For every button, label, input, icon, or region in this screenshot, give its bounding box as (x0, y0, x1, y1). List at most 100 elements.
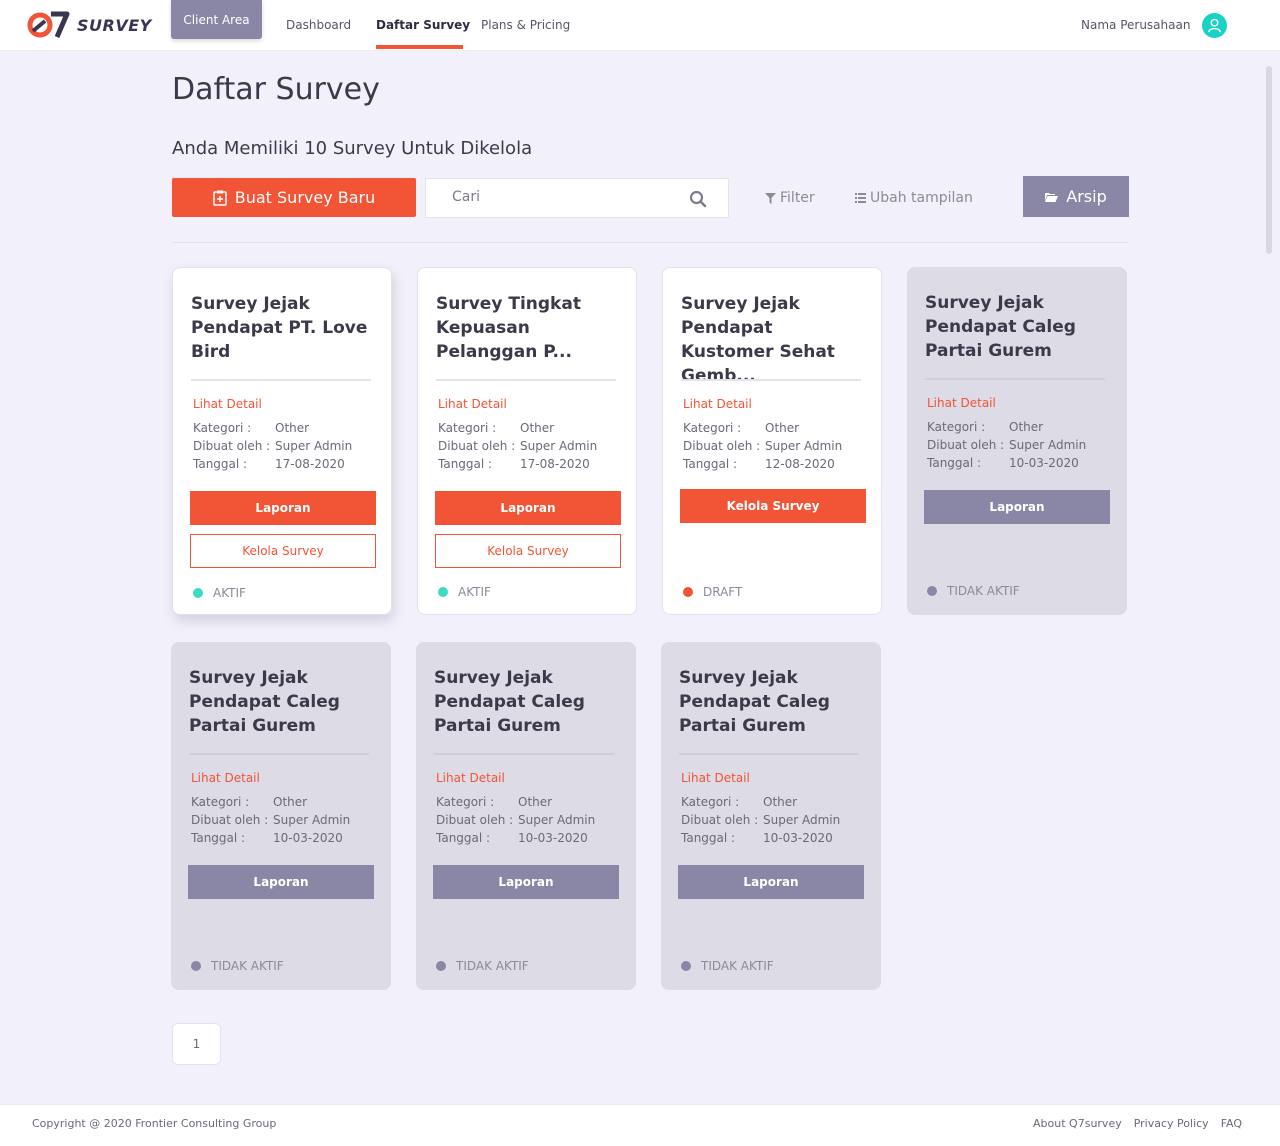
vertical-scrollbar[interactable] (1266, 66, 1272, 254)
card-divider (434, 753, 614, 755)
meta-tanggal: Tanggal :17-08-2020 (438, 457, 590, 471)
status-dot-icon (193, 588, 203, 598)
survey-card: Survey Jejak Pendapat Caleg Partai Gurem… (416, 642, 636, 990)
search-box (425, 178, 729, 218)
status-badge: TIDAK AKTIF (191, 959, 284, 973)
meta-dibuat-oleh: Dibuat oleh : Super Admin (927, 438, 1087, 452)
toolbar-divider (172, 242, 1129, 243)
client-area-button[interactable]: Client Area (171, 0, 262, 39)
view-detail-link[interactable]: Lihat Detail (681, 771, 750, 785)
card-divider (925, 378, 1105, 380)
meta-dibuat-oleh: Dibuat oleh : Super Admin (681, 813, 841, 827)
report-button[interactable]: Laporan (435, 491, 621, 525)
change-view-button[interactable]: Ubah tampilan (855, 190, 973, 206)
status-badge: AKTIF (438, 585, 491, 599)
user-avatar-icon[interactable] (1202, 13, 1227, 38)
status-dot-icon (436, 961, 446, 971)
top-navbar: SURVEY Client Area Dashboard Daftar Surv… (0, 0, 1280, 51)
brand-logo[interactable]: SURVEY (27, 11, 152, 39)
survey-card: Survey Jejak Pendapat Caleg Partai Gurem… (661, 642, 881, 990)
survey-card: Survey Jejak Pendapat PT. Love Bird Liha… (172, 267, 392, 615)
report-button[interactable]: Laporan (924, 490, 1110, 524)
meta-kategori: Kategori : Other (927, 420, 1044, 434)
view-detail-link[interactable]: Lihat Detail (438, 397, 507, 411)
meta-tanggal: Tanggal :10-03-2020 (191, 831, 343, 845)
survey-title[interactable]: Survey Jejak Pendapat PT. Love Bird (191, 292, 371, 364)
meta-tanggal: Tanggal :10-03-2020 (436, 831, 588, 845)
survey-title[interactable]: Survey Jejak Pendapat Caleg Partai Gurem (434, 666, 614, 738)
survey-title[interactable]: Survey Jejak Pendapat Caleg Partai Gurem (189, 666, 369, 738)
card-divider (436, 379, 616, 381)
pagination-page-1[interactable]: 1 (172, 1023, 221, 1065)
report-button[interactable]: Laporan (188, 865, 374, 899)
status-badge: AKTIF (193, 586, 246, 600)
view-detail-link[interactable]: Lihat Detail (927, 396, 996, 410)
card-divider (189, 753, 369, 755)
meta-kategori: Kategori : Other (683, 421, 800, 435)
status-dot-icon (191, 961, 201, 971)
survey-title[interactable]: Survey Tingkat Kepuasan Pelanggan P... (436, 292, 616, 364)
footer: Copyright @ 2020 Frontier Consulting Gro… (0, 1104, 1280, 1146)
survey-title[interactable]: Survey Jejak Pendapat Caleg Partai Gurem (679, 666, 859, 738)
status-badge: TIDAK AKTIF (681, 959, 774, 973)
card-divider (191, 379, 371, 381)
meta-dibuat-oleh: Dibuat oleh : Super Admin (683, 439, 843, 453)
report-button[interactable]: Laporan (678, 865, 864, 899)
meta-kategori: Kategori : Other (436, 795, 553, 809)
folder-open-icon (1045, 192, 1059, 202)
card-divider (679, 753, 859, 755)
brand-logo-text: SURVEY (77, 15, 152, 35)
survey-card: Survey Jejak Pendapat Caleg Partai Gurem… (171, 642, 391, 990)
status-dot-icon (927, 586, 937, 596)
meta-dibuat-oleh: Dibuat oleh : Super Admin (191, 813, 351, 827)
meta-kategori: Kategori : Other (438, 421, 555, 435)
archive-button[interactable]: Arsip (1023, 176, 1129, 217)
meta-kategori: Kategori : Other (193, 421, 310, 435)
footer-links: About Q7survey Privacy Policy FAQ (1033, 1117, 1242, 1130)
survey-title[interactable]: Survey Jejak Pendapat Caleg Partai Gurem (925, 291, 1105, 363)
meta-kategori: Kategori : Other (191, 795, 308, 809)
manage-survey-button[interactable]: Kelola Survey (190, 534, 376, 568)
view-detail-link[interactable]: Lihat Detail (683, 397, 752, 411)
archive-label: Arsip (1066, 187, 1107, 206)
new-survey-button[interactable]: Buat Survey Baru (172, 178, 416, 217)
footer-link-privacy[interactable]: Privacy Policy (1134, 1117, 1209, 1130)
meta-dibuat-oleh: Dibuat oleh : Super Admin (193, 439, 353, 453)
meta-tanggal: Tanggal :10-03-2020 (927, 456, 1079, 470)
page-title: Daftar Survey (172, 72, 380, 107)
nav-dashboard[interactable]: Dashboard (286, 18, 351, 32)
change-view-label: Ubah tampilan (870, 190, 973, 206)
manage-survey-button[interactable]: Kelola Survey (680, 489, 866, 523)
meta-dibuat-oleh: Dibuat oleh : Super Admin (436, 813, 596, 827)
meta-tanggal: Tanggal :12-08-2020 (683, 457, 835, 471)
nav-daftar-survey[interactable]: Daftar Survey (376, 18, 470, 32)
meta-dibuat-oleh: Dibuat oleh : Super Admin (438, 439, 598, 453)
active-nav-indicator (376, 45, 463, 49)
search-input[interactable] (452, 189, 672, 205)
filter-button[interactable]: Filter (765, 190, 815, 206)
view-detail-link[interactable]: Lihat Detail (191, 771, 260, 785)
company-name[interactable]: Nama Perusahaan (1081, 18, 1190, 32)
survey-title[interactable]: Survey Jejak Pendapat Kustomer Sehat Gem… (681, 292, 861, 388)
card-divider (681, 379, 861, 381)
search-icon[interactable] (689, 190, 707, 208)
copyright-text: Copyright @ 2020 Frontier Consulting Gro… (32, 1117, 277, 1130)
report-button[interactable]: Laporan (433, 865, 619, 899)
clipboard-icon (212, 190, 227, 206)
manage-survey-button[interactable]: Kelola Survey (435, 534, 621, 568)
status-badge: DRAFT (683, 585, 742, 599)
footer-link-faq[interactable]: FAQ (1221, 1117, 1242, 1130)
footer-link-about[interactable]: About Q7survey (1033, 1117, 1122, 1130)
list-icon (855, 193, 866, 203)
survey-card: Survey Jejak Pendapat Kustomer Sehat Gem… (662, 267, 882, 615)
nav-plans-pricing[interactable]: Plans & Pricing (481, 18, 570, 32)
q7-logo-icon (27, 11, 70, 39)
status-badge: TIDAK AKTIF (927, 584, 1020, 598)
view-detail-link[interactable]: Lihat Detail (193, 397, 262, 411)
status-badge: TIDAK AKTIF (436, 959, 529, 973)
page-subtitle: Anda Memiliki 10 Survey Untuk Dikelola (172, 138, 533, 159)
funnel-icon (765, 192, 776, 204)
view-detail-link[interactable]: Lihat Detail (436, 771, 505, 785)
survey-card: Survey Jejak Pendapat Caleg Partai Gurem… (907, 267, 1127, 615)
report-button[interactable]: Laporan (190, 491, 376, 525)
